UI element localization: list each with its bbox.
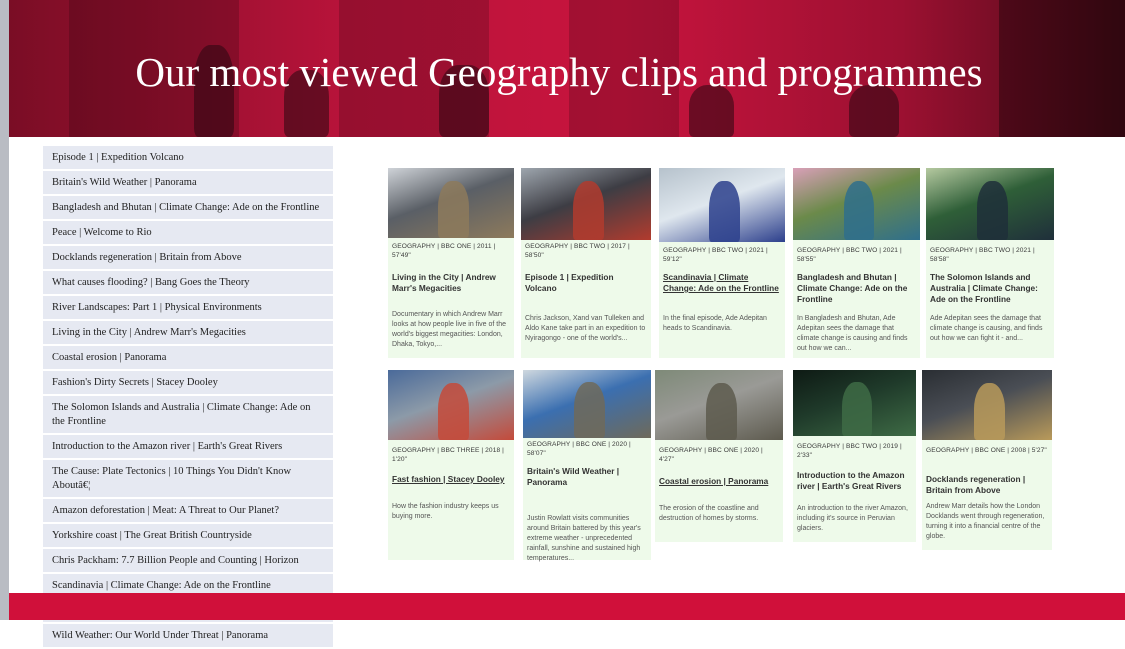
- programme-title[interactable]: Britain's Wild Weather | Panorama: [527, 466, 647, 488]
- list-item[interactable]: Britain's Wild Weather | Panorama: [43, 171, 333, 196]
- programme-thumbnail[interactable]: [655, 370, 783, 440]
- programme-title[interactable]: Fast fashion | Stacey Dooley: [392, 474, 510, 485]
- programme-meta: GEOGRAPHY | BBC ONE | 2008 | 5'27": [926, 447, 1047, 454]
- programme-meta: GEOGRAPHY | BBC ONE | 2020 | 4'27": [659, 447, 763, 463]
- thumbnail-subject-shape: [706, 382, 737, 440]
- list-item[interactable]: Coastal erosion | Panorama: [43, 346, 333, 371]
- programme-card[interactable]: GEOGRAPHY | BBC TWO | 2021 | 58'58" The S…: [926, 168, 1054, 358]
- list-item[interactable]: River Landscapes: Part 1 | Physical Envi…: [43, 296, 333, 321]
- thumbnail-subject-shape: [977, 180, 1008, 240]
- programme-thumbnail[interactable]: [521, 168, 651, 240]
- list-item[interactable]: Bangladesh and Bhutan | Climate Change: …: [43, 196, 333, 221]
- list-item[interactable]: Fashion's Dirty Secrets | Stacey Dooley: [43, 371, 333, 396]
- programme-thumbnail[interactable]: [926, 168, 1054, 240]
- programme-meta: GEOGRAPHY | BBC THREE | 2018 | 1'20": [392, 447, 504, 463]
- programme-description: The erosion of the coastline and destruc…: [659, 505, 759, 522]
- programme-title[interactable]: Docklands regeneration | Britain from Ab…: [926, 474, 1048, 496]
- thumbnail-subject-shape: [974, 382, 1006, 440]
- programme-thumbnail[interactable]: [388, 168, 514, 238]
- programme-card[interactable]: GEOGRAPHY | BBC TWO | 2019 | 2'33" Introd…: [793, 370, 916, 542]
- list-item[interactable]: Wild Weather: Our World Under Threat | P…: [43, 624, 333, 649]
- programme-thumbnail[interactable]: [793, 168, 920, 240]
- programme-card[interactable]: GEOGRAPHY | BBC ONE | 2011 | 57'49" Livin…: [388, 168, 514, 358]
- programme-thumbnail[interactable]: [922, 370, 1052, 440]
- programme-card-grid: GEOGRAPHY | BBC ONE | 2011 | 57'49" Livin…: [386, 166, 1056, 566]
- list-item[interactable]: Peace | Welcome to Rio: [43, 221, 333, 246]
- programme-card[interactable]: GEOGRAPHY | BBC THREE | 2018 | 1'20" Fast…: [388, 370, 514, 560]
- most-viewed-list: Episode 1 | Expedition Volcano Britain's …: [43, 146, 333, 649]
- programme-meta: GEOGRAPHY | BBC TWO | 2017 | 58'50": [525, 243, 630, 259]
- programme-description: Documentary in which Andrew Marr looks a…: [392, 311, 507, 348]
- list-item[interactable]: The Cause: Plate Tectonics | 10 Things Y…: [43, 460, 333, 499]
- programme-title[interactable]: The Solomon Islands and Australia | Clim…: [930, 272, 1050, 305]
- left-edge-bar: [0, 0, 9, 620]
- programme-title[interactable]: Coastal erosion | Panorama: [659, 476, 779, 487]
- programme-meta: GEOGRAPHY | BBC ONE | 2011 | 57'49": [392, 243, 496, 259]
- page-title: Our most viewed Geography clips and prog…: [135, 49, 983, 95]
- list-item[interactable]: Yorkshire coast | The Great British Coun…: [43, 524, 333, 549]
- programme-meta: GEOGRAPHY | BBC TWO | 2021 | 58'58": [930, 247, 1035, 263]
- thumbnail-subject-shape: [573, 180, 605, 240]
- programme-card[interactable]: GEOGRAPHY | BBC ONE | 2008 | 5'27" Dockla…: [922, 370, 1052, 550]
- programme-title[interactable]: Introduction to the Amazon river | Earth…: [797, 470, 912, 492]
- list-item[interactable]: Chris Packham: 7.7 Billion People and Co…: [43, 549, 333, 574]
- thumbnail-subject-shape: [843, 180, 875, 240]
- programme-card[interactable]: GEOGRAPHY | BBC TWO | 2017 | 58'50" Episo…: [521, 168, 651, 358]
- programme-description: Ade Adepitan sees the damage that climat…: [930, 315, 1043, 342]
- programme-title[interactable]: Bangladesh and Bhutan | Climate Change: …: [797, 272, 916, 305]
- list-item[interactable]: What causes flooding? | Bang Goes the Th…: [43, 271, 333, 296]
- list-item[interactable]: Living in the City | Andrew Marr's Megac…: [43, 321, 333, 346]
- programme-meta: GEOGRAPHY | BBC ONE | 2020 | 58'07": [527, 441, 631, 457]
- programme-description: In Bangladesh and Bhutan, Ade Adepitan s…: [797, 315, 908, 352]
- programme-card[interactable]: GEOGRAPHY | BBC TWO | 2021 | 58'55" Bangl…: [793, 168, 920, 358]
- footer-band: [9, 593, 1125, 620]
- programme-card[interactable]: GEOGRAPHY | BBC ONE | 2020 | 4'27" Coasta…: [655, 370, 783, 542]
- list-item[interactable]: Introduction to the Amazon river | Earth…: [43, 435, 333, 460]
- programme-description: An introduction to the river Amazon, inc…: [797, 505, 908, 532]
- hero-banner: Our most viewed Geography clips and prog…: [9, 0, 1125, 137]
- programme-meta: GEOGRAPHY | BBC TWO | 2021 | 58'55": [797, 247, 902, 263]
- thumbnail-subject-shape: [842, 381, 872, 436]
- programme-thumbnail[interactable]: [523, 370, 651, 438]
- thumbnail-subject-shape: [574, 382, 605, 438]
- programme-description: Andrew Marr details how the London Dockl…: [926, 503, 1045, 540]
- list-item[interactable]: The Solomon Islands and Australia | Clim…: [43, 396, 333, 435]
- programme-title[interactable]: Episode 1 | Expedition Volcano: [525, 272, 647, 294]
- programme-thumbnail[interactable]: [659, 168, 785, 242]
- list-item[interactable]: Amazon deforestation | Meat: A Threat to…: [43, 499, 333, 524]
- programme-description: Justin Rowlatt visits communities around…: [527, 515, 641, 562]
- thumbnail-subject-shape: [438, 180, 469, 238]
- thumbnail-subject-shape: [709, 181, 740, 242]
- thumbnail-subject-shape: [438, 382, 469, 440]
- programme-thumbnail[interactable]: [793, 370, 916, 436]
- programme-description: In the final episode, Ade Adepitan heads…: [663, 315, 767, 332]
- programme-thumbnail[interactable]: [388, 370, 514, 440]
- list-item[interactable]: Episode 1 | Expedition Volcano: [43, 146, 333, 171]
- programme-title[interactable]: Scandinavia | Climate Change: Ade on the…: [663, 272, 781, 294]
- programme-description: Chris Jackson, Xand van Tulleken and Ald…: [525, 315, 646, 342]
- programme-description: How the fashion industry keeps us buying…: [392, 503, 499, 520]
- list-item[interactable]: Docklands regeneration | Britain from Ab…: [43, 246, 333, 271]
- programme-title[interactable]: Living in the City | Andrew Marr's Megac…: [392, 272, 510, 294]
- programme-card[interactable]: GEOGRAPHY | BBC ONE | 2020 | 58'07" Brita…: [523, 370, 651, 562]
- programme-meta: GEOGRAPHY | BBC TWO | 2019 | 2'33": [797, 443, 902, 459]
- programme-card[interactable]: GEOGRAPHY | BBC TWO | 2021 | 59'12" Scand…: [659, 168, 785, 358]
- programme-meta: GEOGRAPHY | BBC TWO | 2021 | 59'12": [663, 247, 768, 263]
